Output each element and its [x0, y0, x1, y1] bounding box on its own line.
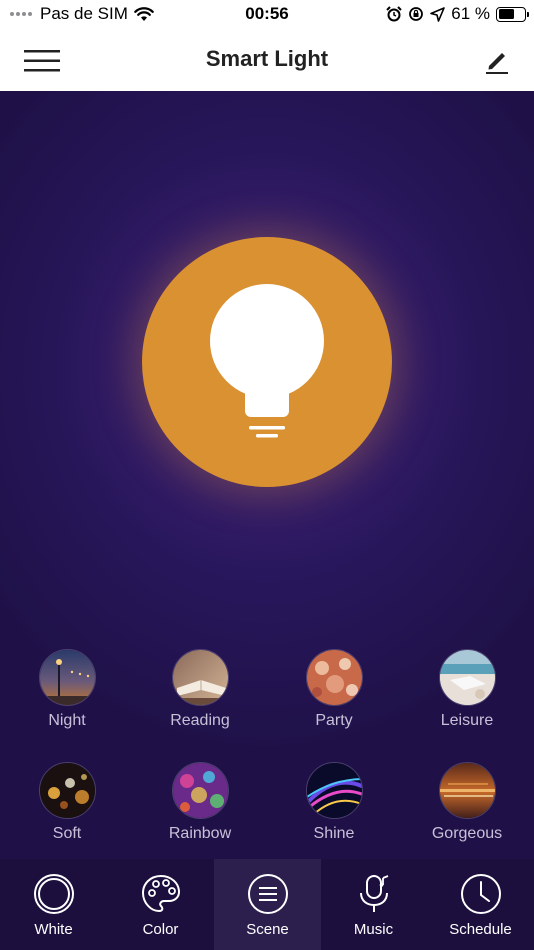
scene-leisure[interactable]: Leisure	[417, 649, 517, 730]
scene-party[interactable]: Party	[284, 649, 384, 730]
scene-shine-label: Shine	[313, 825, 355, 842]
scene-night[interactable]: Night	[17, 649, 117, 730]
scene-reading[interactable]: Reading	[150, 649, 250, 730]
status-bar: Pas de SIM 00:56 61 %	[0, 0, 534, 30]
scene-list-icon	[247, 874, 288, 914]
pencil-icon[interactable]	[484, 47, 510, 75]
scene-reading-thumbnail	[171, 649, 229, 706]
scene-gorgeous[interactable]: Gorgeous	[417, 762, 517, 843]
tab-scene-label: Scene	[246, 921, 289, 938]
scene-reading-label: Reading	[170, 712, 230, 729]
circle-icon	[33, 874, 74, 914]
scene-gorgeous-thumbnail	[438, 762, 496, 819]
microphone-icon	[359, 875, 388, 912]
scene-soft-thumbnail	[38, 762, 96, 819]
tab-white[interactable]: White	[0, 859, 107, 950]
tab-schedule[interactable]: Schedule	[427, 859, 534, 950]
battery-percent: 61 %	[451, 4, 490, 23]
tab-schedule-label: Schedule	[449, 921, 512, 938]
rotation-lock-icon	[409, 7, 424, 21]
scene-soft[interactable]: Soft	[17, 762, 117, 843]
scene-party-label: Party	[315, 712, 353, 729]
scene-leisure-label: Leisure	[440, 712, 494, 729]
alarm-icon	[386, 6, 402, 22]
scene-shine-thumbnail	[305, 762, 363, 819]
scene-gorgeous-label: Gorgeous	[431, 825, 503, 842]
tab-bar: White Color Scene Music Schedule	[0, 859, 534, 950]
scene-party-thumbnail	[305, 649, 363, 706]
battery-icon	[496, 6, 529, 22]
tab-white-label: White	[34, 921, 73, 938]
scene-night-thumbnail	[38, 649, 96, 706]
light-bulb-icon	[210, 284, 324, 438]
scene-shine[interactable]: Shine	[284, 762, 384, 843]
status-right-group: 61 %	[386, 4, 529, 24]
tab-color[interactable]: Color	[107, 859, 214, 950]
scene-rainbow-label: Rainbow	[168, 825, 232, 842]
main-content: Night Reading Party Leisure Soft Rainbow…	[0, 91, 534, 859]
palette-icon	[141, 874, 180, 913]
tab-music[interactable]: Music	[320, 859, 427, 950]
page-title: Smart Light	[205, 46, 329, 71]
tab-scene[interactable]: Scene	[214, 859, 321, 950]
scene-rainbow-thumbnail	[171, 762, 229, 819]
location-arrow-icon	[430, 6, 446, 22]
nav-bar: Smart Light	[0, 30, 534, 91]
clock-icon	[460, 874, 501, 914]
scene-soft-label: Soft	[52, 825, 82, 842]
scene-night-label: Night	[48, 712, 86, 729]
scene-leisure-thumbnail	[438, 649, 496, 706]
tab-color-label: Color	[142, 921, 179, 938]
bulb-toggle-button[interactable]	[142, 237, 392, 487]
scene-rainbow[interactable]: Rainbow	[150, 762, 250, 843]
tab-music-label: Music	[353, 921, 394, 938]
